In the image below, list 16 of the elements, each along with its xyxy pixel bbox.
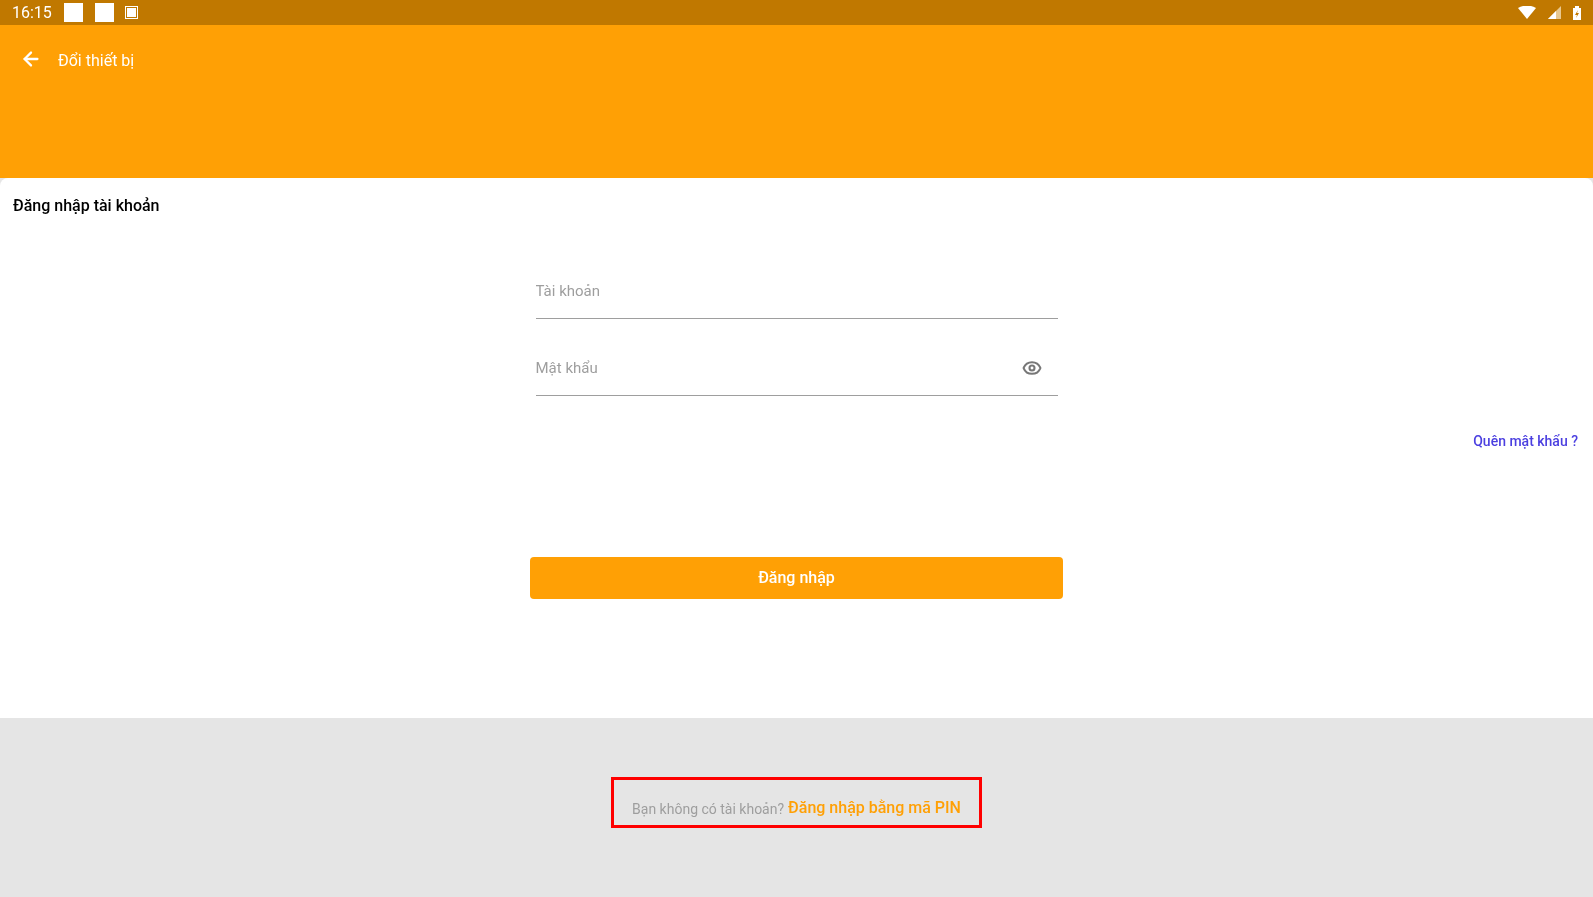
signal-icon	[1548, 6, 1561, 19]
notification-icon	[125, 7, 137, 18]
status-time: 16:15	[12, 1, 52, 24]
username-field[interactable]: Tài khoản	[535, 264, 1058, 319]
prompt-text: Bạn không có tài khoản?	[632, 800, 785, 819]
notification-icon	[94, 3, 114, 22]
password-field[interactable]: Mật khẩu	[535, 341, 1058, 396]
wifi-icon	[1518, 6, 1536, 19]
notification-icon	[63, 3, 83, 22]
battery-icon	[1573, 5, 1581, 20]
pin-login-link[interactable]: Đăng nhập bằng mã PIN	[788, 796, 961, 820]
forgot-password-link[interactable]: Quên mật khẩu ?	[1473, 431, 1578, 452]
app-bar-title: Đổi thiết bị	[58, 50, 135, 72]
card-title: Đăng nhập tài khoản	[13, 195, 161, 217]
login-button[interactable]: Đăng nhập	[530, 557, 1063, 599]
show-password-icon[interactable]	[1021, 358, 1042, 378]
